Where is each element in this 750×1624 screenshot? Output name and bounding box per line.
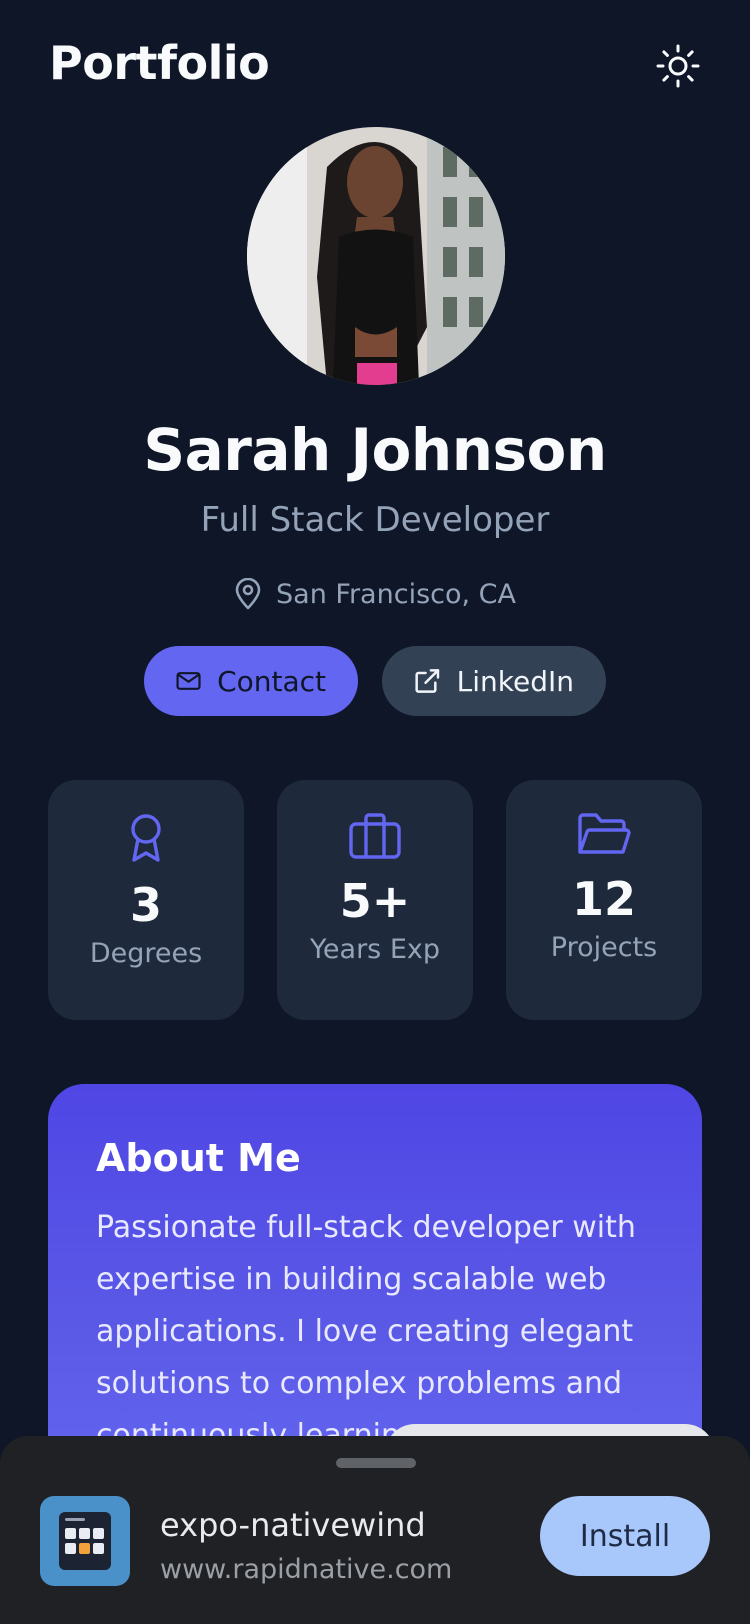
profile-role: Full Stack Developer	[200, 500, 550, 540]
profile-actions: Contact LinkedIn	[0, 646, 750, 716]
stats-row: 3 Degrees 5+ Years Exp 12 Projects	[48, 780, 702, 1020]
stat-card-projects: 12 Projects	[506, 780, 702, 1020]
about-text: Passionate full-stack developer with exp…	[96, 1210, 636, 1453]
mail-icon	[176, 672, 201, 690]
linkedin-button[interactable]: LinkedIn	[382, 646, 606, 716]
theme-toggle-button[interactable]	[652, 40, 704, 92]
app-icon	[40, 1496, 130, 1586]
profile-avatar	[247, 127, 505, 385]
stat-label: Years Exp	[310, 934, 440, 965]
contact-label: Contact	[217, 664, 326, 698]
install-button[interactable]: Install	[540, 1496, 710, 1576]
briefcase-icon	[349, 813, 401, 859]
install-prompt-sheet: expo-nativewind www.rapidnative.com Inst…	[0, 1436, 750, 1624]
folder-icon	[578, 813, 631, 854]
install-app-url: www.rapidnative.com	[160, 1554, 453, 1585]
app-header: Portfolio	[0, 0, 750, 130]
stat-card-experience: 5+ Years Exp	[277, 780, 473, 1020]
external-link-icon	[415, 669, 440, 693]
profile-location: San Francisco, CA	[0, 578, 750, 610]
stat-label: Degrees	[89, 938, 203, 969]
profile-name: Sarah Johnson	[143, 416, 607, 484]
linkedin-label: LinkedIn	[456, 664, 574, 698]
install-app-name: expo-nativewind	[160, 1506, 426, 1544]
stat-card-degrees: 3 Degrees	[48, 780, 244, 1020]
stat-value: 3	[129, 878, 162, 932]
app-title: Portfolio	[49, 36, 270, 90]
location-text: San Francisco, CA	[276, 578, 516, 610]
sun-icon	[656, 44, 700, 88]
stat-value: 12	[571, 872, 636, 926]
map-pin-icon	[235, 578, 261, 610]
contact-button[interactable]: Contact	[144, 646, 358, 716]
award-icon	[131, 814, 161, 862]
stat-value: 5+	[339, 874, 411, 928]
stat-label: Projects	[550, 932, 658, 963]
sheet-drag-handle[interactable]	[336, 1458, 416, 1468]
about-title: About Me	[96, 1136, 301, 1180]
